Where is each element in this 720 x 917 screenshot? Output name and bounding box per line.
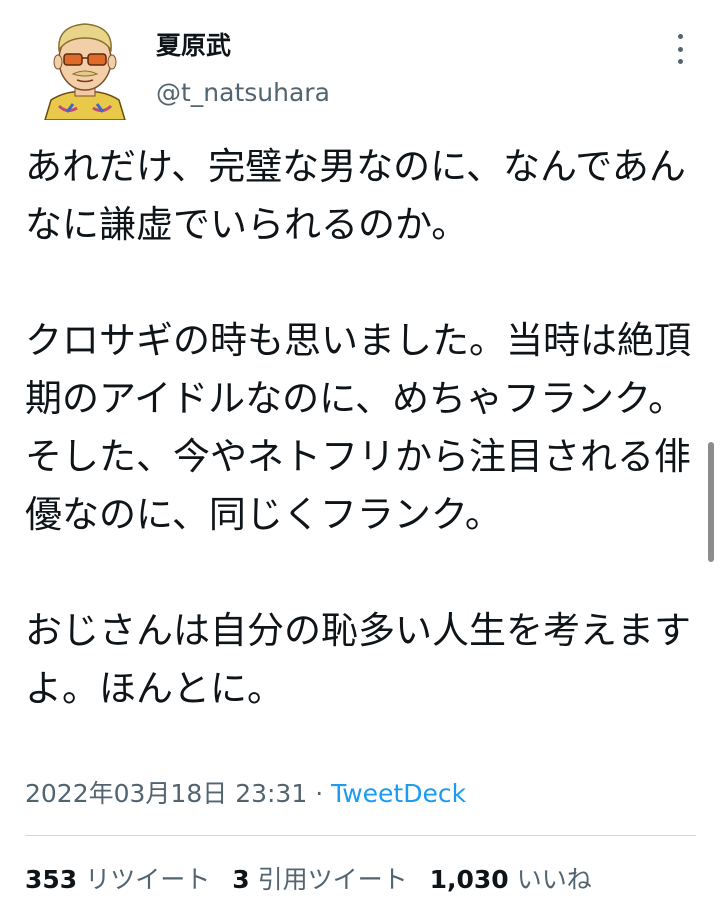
- engagement-stats: 353 リツイート 3 引用ツイート 1,030 いいね: [25, 862, 614, 898]
- meta-separator: ·: [307, 779, 332, 808]
- likes-stat[interactable]: 1,030 いいね: [430, 862, 592, 898]
- tweet-text: あれだけ、完璧な男なのに、なんであんなに謙虚でいられるのか。 クロサギの時も思い…: [25, 138, 695, 718]
- tweet-paragraph: あれだけ、完璧な男なのに、なんであんなに謙虚でいられるのか。: [25, 145, 686, 246]
- retweets-stat[interactable]: 353 リツイート: [25, 862, 210, 898]
- quotes-stat[interactable]: 3 引用ツイート: [232, 862, 407, 898]
- tweet-paragraph: クロサギの時も思いました。当時は絶頂期のアイドルなのに、めちゃフランク。そした、…: [25, 319, 691, 536]
- tweet-paragraph: おじさんは自分の恥多い人生を考えますよ。ほんとに。: [25, 609, 691, 710]
- cartoon-avatar-icon: [43, 23, 127, 121]
- user-info[interactable]: 夏原武 @t_natsuhara: [156, 28, 330, 110]
- more-vertical-icon: [677, 34, 683, 39]
- retweets-count: 353: [25, 865, 78, 894]
- more-options-button[interactable]: [668, 34, 692, 64]
- avatar[interactable]: [37, 16, 133, 121]
- likes-count: 1,030: [429, 865, 509, 894]
- user-handle[interactable]: @t_natsuhara: [156, 76, 330, 110]
- display-name[interactable]: 夏原武: [156, 28, 330, 64]
- divider: [25, 835, 696, 836]
- source-link[interactable]: TweetDeck: [331, 779, 466, 808]
- quotes-label: 引用ツイート: [257, 865, 408, 894]
- timestamp[interactable]: 2022年03月18日 23:31: [25, 779, 307, 808]
- retweets-label: リツイート: [85, 865, 211, 894]
- scrollbar[interactable]: [708, 442, 714, 562]
- tweet-meta: 2022年03月18日 23:31 · TweetDeck: [25, 776, 466, 812]
- quotes-count: 3: [232, 865, 250, 894]
- likes-label: いいね: [516, 865, 592, 894]
